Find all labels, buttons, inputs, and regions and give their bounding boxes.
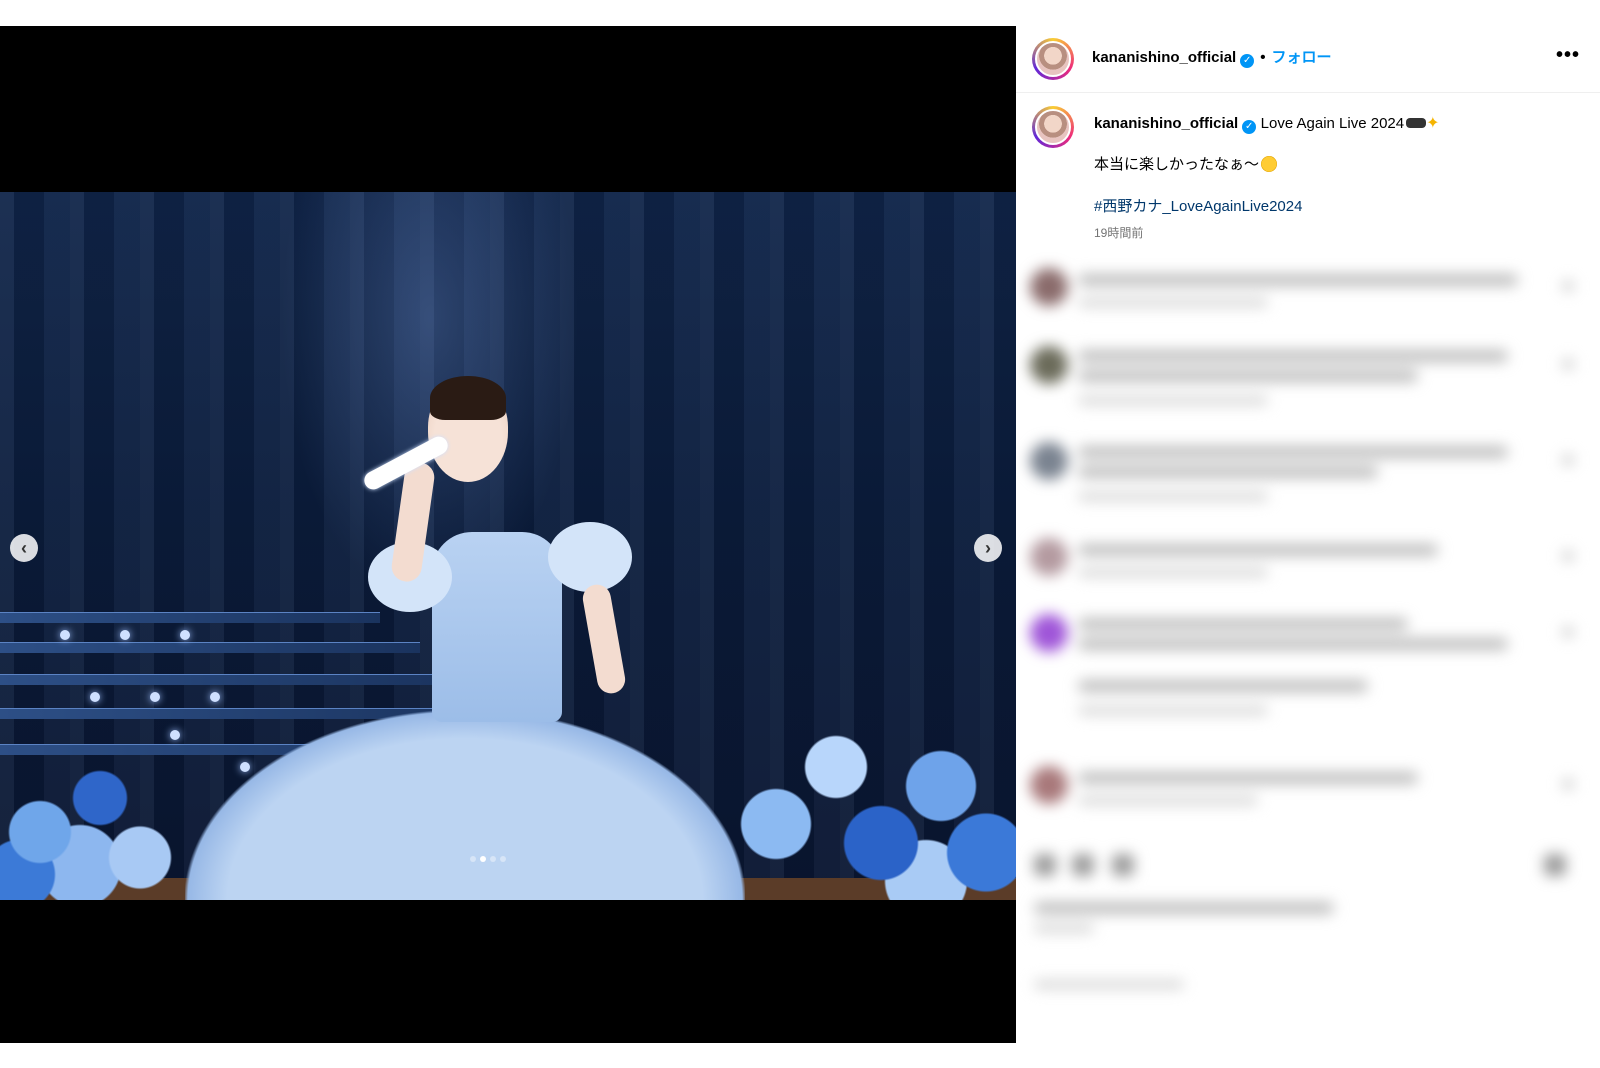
singer-hair xyxy=(430,376,506,420)
caption-body: 本当に楽しかったなぁ～ xyxy=(1094,156,1260,173)
verified-badge-icon: ✓ xyxy=(1240,54,1255,68)
post-header: kananishino_official ✓ • フォロー xyxy=(1092,46,1331,68)
carousel-dot xyxy=(470,856,476,862)
post-photo xyxy=(0,192,1016,900)
caption-text: 本当に楽しかったなぁ～ xyxy=(1094,153,1278,174)
carousel-dot-active xyxy=(480,856,486,862)
caption-hashtag[interactable]: #西野カナ_LoveAgainLive2024 xyxy=(1094,195,1302,216)
carousel-dot xyxy=(500,856,506,862)
action-bar-blurred xyxy=(1016,848,1600,1048)
chevron-left-icon[interactable]: ‹ xyxy=(10,534,38,562)
post-panel: kananishino_official ✓ • フォロー ••• kananishi… xyxy=(1016,26,1600,1043)
caption-username[interactable]: kananishino_official xyxy=(1094,115,1238,132)
blue-flowers-right xyxy=(716,710,1016,900)
ballgown-bodice xyxy=(432,532,562,722)
verified-badge-icon: ✓ xyxy=(1242,120,1257,134)
header-username[interactable]: kananishino_official xyxy=(1092,49,1236,66)
carousel-dot xyxy=(490,856,496,862)
header-separator: • xyxy=(1260,49,1266,66)
chevron-right-icon[interactable]: › xyxy=(974,534,1002,562)
carousel-pagination xyxy=(470,856,506,862)
blue-flowers-left xyxy=(0,730,180,900)
caption-title: Love Again Live 2024 xyxy=(1260,115,1405,132)
sparkles-emoji: ✦ xyxy=(1426,115,1440,132)
post-timestamp: 19時間前 xyxy=(1094,226,1144,240)
post-media: ‹ › xyxy=(0,26,1016,1043)
follow-button[interactable]: フォロー xyxy=(1271,49,1331,66)
header-avatar[interactable] xyxy=(1032,38,1074,80)
ballgown-skirt xyxy=(185,710,745,900)
right-sleeve xyxy=(548,522,632,592)
more-options-icon[interactable]: ••• xyxy=(1556,44,1580,67)
comments-list-blurred xyxy=(1016,258,1600,1043)
header-divider xyxy=(1016,92,1600,93)
caption-avatar[interactable] xyxy=(1032,106,1074,148)
caption-line: kananishino_official ✓ Love Again Live 20… xyxy=(1094,113,1440,134)
smiling-face-emoji xyxy=(1261,156,1278,172)
sunglasses-emoji xyxy=(1406,118,1427,128)
